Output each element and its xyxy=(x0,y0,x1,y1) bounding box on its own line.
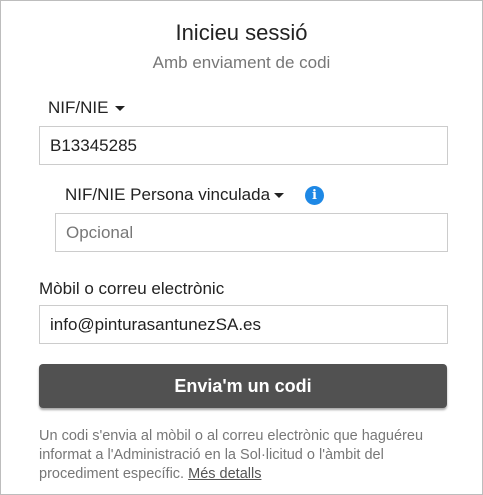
linked-person-dropdown-label: NIF/NIE Persona vinculada xyxy=(65,185,271,204)
caret-down-icon xyxy=(115,106,126,111)
contact-input[interactable] xyxy=(39,305,448,344)
caret-down-icon xyxy=(274,193,285,198)
info-icon[interactable]: i xyxy=(305,186,324,205)
more-details-link[interactable]: Més detalls xyxy=(188,466,261,482)
linked-person-id-type-dropdown[interactable]: NIF/NIE Persona vinculada xyxy=(65,185,285,205)
send-code-button[interactable]: Envia'm un codi xyxy=(39,364,447,408)
page-subtitle: Amb enviament de codi xyxy=(152,53,331,72)
page-title: Inicieu sessió xyxy=(175,20,308,45)
contact-label: Mòbil o correu electrònic xyxy=(39,279,225,298)
id-type-dropdown[interactable]: NIF/NIE xyxy=(48,98,126,118)
info-note: Un codi s'envia al mòbil o al correu ele… xyxy=(39,427,449,484)
login-panel: Inicieu sessió Amb enviament de codi NIF… xyxy=(0,0,483,495)
nif-input[interactable] xyxy=(39,126,448,165)
id-type-dropdown-label: NIF/NIE xyxy=(48,98,109,117)
linked-person-input[interactable] xyxy=(55,213,448,252)
